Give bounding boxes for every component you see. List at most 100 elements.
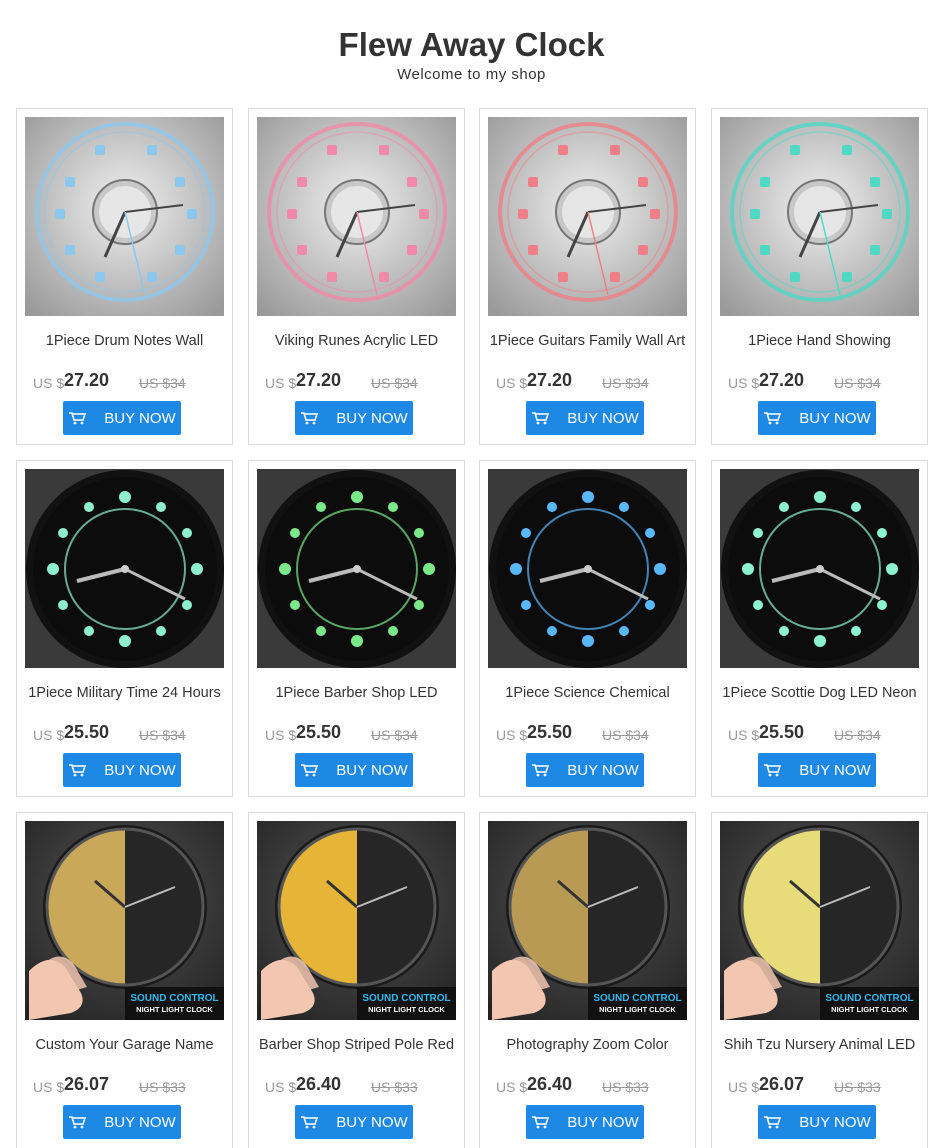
original-price: US $34 bbox=[371, 727, 418, 743]
badge-line-1: SOUND CONTROL bbox=[593, 993, 682, 1004]
sale-price: 25.50 bbox=[296, 722, 342, 742]
product-card[interactable]: 1Piece Hand Showing US $ 27.20 US $34 BU… bbox=[711, 108, 928, 445]
product-name[interactable]: 1Piece Drum Notes Wall bbox=[17, 333, 232, 349]
product-card[interactable]: 1Piece Barber Shop LED US $ 25.50 US $34… bbox=[248, 460, 465, 797]
buy-now-button[interactable]: BUY NOW bbox=[63, 401, 181, 435]
product-name[interactable]: Shih Tzu Nursery Animal LED bbox=[712, 1037, 927, 1053]
product-image[interactable] bbox=[488, 117, 687, 316]
buy-now-button[interactable]: BUY NOW bbox=[758, 1105, 876, 1139]
product-image[interactable] bbox=[488, 469, 687, 668]
currency-label: US $ bbox=[33, 727, 65, 743]
shop-header: Flew Away Clock Welcome to my shop bbox=[0, 26, 943, 84]
product-card[interactable]: SOUND CONTROL NIGHT LIGHT CLOCK Photogra… bbox=[479, 812, 696, 1148]
buy-now-label: BUY NOW bbox=[336, 409, 408, 427]
product-image[interactable] bbox=[720, 117, 919, 316]
badge-line-1: SOUND CONTROL bbox=[130, 993, 219, 1004]
product-card[interactable]: SOUND CONTROL NIGHT LIGHT CLOCK Custom Y… bbox=[16, 812, 233, 1148]
currency-label: US $ bbox=[496, 1079, 528, 1095]
product-card[interactable]: SOUND CONTROL NIGHT LIGHT CLOCK Shih Tzu… bbox=[711, 812, 928, 1148]
original-price: US $34 bbox=[602, 727, 649, 743]
cart-icon bbox=[301, 1116, 319, 1129]
product-image[interactable]: SOUND CONTROL NIGHT LIGHT CLOCK bbox=[720, 821, 919, 1020]
buy-now-button[interactable]: BUY NOW bbox=[63, 1105, 181, 1139]
product-name[interactable]: 1Piece Hand Showing bbox=[712, 333, 927, 349]
cart-icon bbox=[532, 764, 550, 777]
cart-icon bbox=[532, 412, 550, 425]
buy-now-label: BUY NOW bbox=[799, 761, 871, 779]
product-card[interactable]: 1Piece Drum Notes Wall US $ 27.20 US $34… bbox=[16, 108, 233, 445]
original-price: US $34 bbox=[139, 727, 186, 743]
buy-now-button[interactable]: BUY NOW bbox=[295, 401, 413, 435]
original-price: US $33 bbox=[139, 1079, 186, 1095]
product-image[interactable]: SOUND CONTROL NIGHT LIGHT CLOCK bbox=[257, 821, 456, 1020]
badge-line-2: NIGHT LIGHT CLOCK bbox=[136, 1005, 213, 1014]
product-image[interactable]: SOUND CONTROL NIGHT LIGHT CLOCK bbox=[488, 821, 687, 1020]
buy-now-button[interactable]: BUY NOW bbox=[526, 401, 644, 435]
currency-label: US $ bbox=[33, 375, 65, 391]
price-row: US $ 27.20 US $34 bbox=[496, 370, 686, 394]
price-row: US $ 26.40 US $33 bbox=[265, 1074, 455, 1098]
product-image[interactable]: SOUND CONTROL NIGHT LIGHT CLOCK bbox=[25, 821, 224, 1020]
product-card[interactable]: 1Piece Scottie Dog LED Neon US $ 25.50 U… bbox=[711, 460, 928, 797]
product-card[interactable]: 1Piece Guitars Family Wall Art US $ 27.2… bbox=[479, 108, 696, 445]
product-name[interactable]: Photography Zoom Color bbox=[480, 1037, 695, 1053]
original-price: US $34 bbox=[371, 375, 418, 391]
product-image[interactable] bbox=[25, 117, 224, 316]
buy-now-label: BUY NOW bbox=[104, 409, 176, 427]
original-price: US $33 bbox=[371, 1079, 418, 1095]
buy-now-label: BUY NOW bbox=[104, 761, 176, 779]
buy-now-button[interactable]: BUY NOW bbox=[526, 753, 644, 787]
product-card[interactable]: SOUND CONTROL NIGHT LIGHT CLOCK Barber S… bbox=[248, 812, 465, 1148]
badge-line-2: NIGHT LIGHT CLOCK bbox=[831, 1005, 908, 1014]
cart-icon bbox=[301, 764, 319, 777]
product-name[interactable]: Barber Shop Striped Pole Red bbox=[249, 1037, 464, 1053]
original-price: US $34 bbox=[834, 375, 881, 391]
currency-label: US $ bbox=[265, 727, 297, 743]
currency-label: US $ bbox=[496, 375, 528, 391]
buy-now-button[interactable]: BUY NOW bbox=[526, 1105, 644, 1139]
original-price: US $33 bbox=[834, 1079, 881, 1095]
product-card[interactable]: Viking Runes Acrylic LED US $ 27.20 US $… bbox=[248, 108, 465, 445]
product-image[interactable] bbox=[257, 117, 456, 316]
product-name[interactable]: 1Piece Military Time 24 Hours bbox=[17, 685, 232, 701]
sale-price: 26.07 bbox=[759, 1074, 805, 1094]
buy-now-button[interactable]: BUY NOW bbox=[63, 753, 181, 787]
product-name[interactable]: Custom Your Garage Name bbox=[17, 1037, 232, 1053]
price-row: US $ 25.50 US $34 bbox=[496, 722, 686, 746]
price-row: US $ 26.07 US $33 bbox=[33, 1074, 223, 1098]
buy-now-label: BUY NOW bbox=[799, 409, 871, 427]
cart-icon bbox=[69, 764, 87, 777]
buy-now-button[interactable]: BUY NOW bbox=[295, 1105, 413, 1139]
cart-icon bbox=[764, 1116, 782, 1129]
cart-icon bbox=[532, 1116, 550, 1129]
original-price: US $33 bbox=[602, 1079, 649, 1095]
product-image[interactable] bbox=[720, 469, 919, 668]
sale-price: 26.07 bbox=[64, 1074, 110, 1094]
product-card[interactable]: 1Piece Science Chemical US $ 25.50 US $3… bbox=[479, 460, 696, 797]
currency-label: US $ bbox=[33, 1079, 65, 1095]
price-row: US $ 25.50 US $34 bbox=[728, 722, 918, 746]
buy-now-label: BUY NOW bbox=[336, 761, 408, 779]
buy-now-label: BUY NOW bbox=[567, 1113, 639, 1131]
price-row: US $ 26.40 US $33 bbox=[496, 1074, 686, 1098]
buy-now-button[interactable]: BUY NOW bbox=[295, 753, 413, 787]
price-row: US $ 27.20 US $34 bbox=[728, 370, 918, 394]
buy-now-button[interactable]: BUY NOW bbox=[758, 753, 876, 787]
product-name[interactable]: Viking Runes Acrylic LED bbox=[249, 333, 464, 349]
product-card[interactable]: 1Piece Military Time 24 Hours US $ 25.50… bbox=[16, 460, 233, 797]
cart-icon bbox=[764, 412, 782, 425]
product-image[interactable] bbox=[25, 469, 224, 668]
sale-price: 26.40 bbox=[527, 1074, 573, 1094]
product-image[interactable] bbox=[257, 469, 456, 668]
sale-price: 26.40 bbox=[296, 1074, 342, 1094]
buy-now-button[interactable]: BUY NOW bbox=[758, 401, 876, 435]
product-name[interactable]: 1Piece Scottie Dog LED Neon bbox=[712, 685, 927, 701]
badge-line-1: SOUND CONTROL bbox=[825, 993, 914, 1004]
price-row: US $ 27.20 US $34 bbox=[33, 370, 223, 394]
product-name[interactable]: 1Piece Barber Shop LED bbox=[249, 685, 464, 701]
buy-now-label: BUY NOW bbox=[567, 409, 639, 427]
sale-price: 25.50 bbox=[527, 722, 573, 742]
product-name[interactable]: 1Piece Guitars Family Wall Art bbox=[480, 333, 695, 349]
product-name[interactable]: 1Piece Science Chemical bbox=[480, 685, 695, 701]
sale-price: 27.20 bbox=[296, 370, 342, 390]
